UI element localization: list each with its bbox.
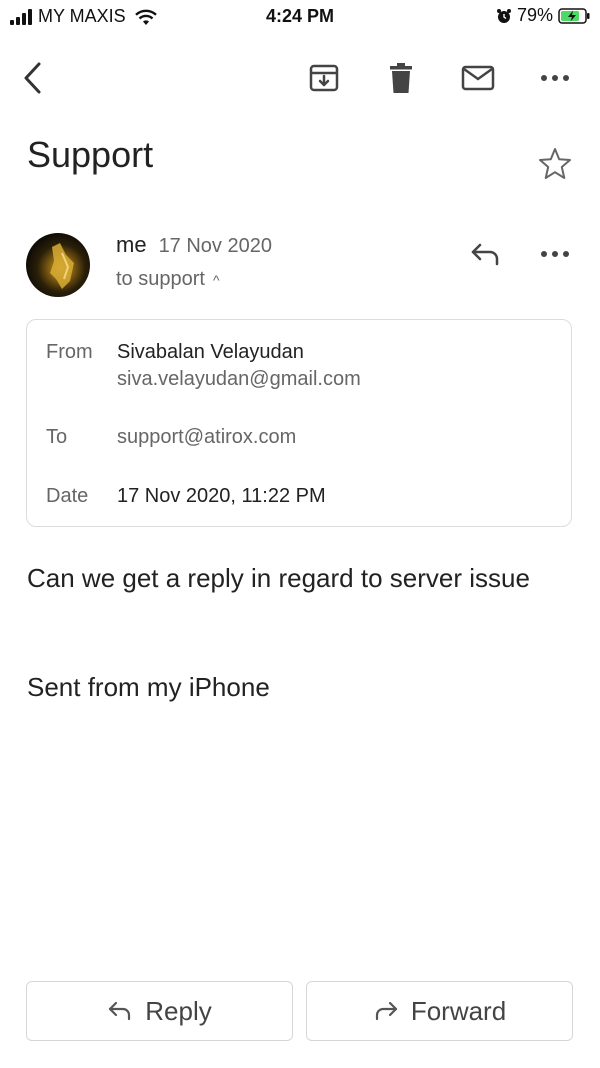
status-left: MY MAXIS <box>10 6 158 27</box>
carrier-name: MY MAXIS <box>38 6 126 26</box>
sender-name: me <box>116 232 147 257</box>
mail-icon <box>461 65 495 91</box>
more-options-button[interactable] <box>535 58 575 98</box>
alarm-icon <box>496 8 511 23</box>
trash-icon <box>390 63 412 93</box>
email-body-text: Can we get a reply in regard to server i… <box>27 563 530 593</box>
signal-icon <box>10 8 32 25</box>
status-right: 79% <box>496 5 590 26</box>
back-button[interactable] <box>14 58 54 98</box>
from-email[interactable]: siva.velayudan@gmail.com <box>117 368 361 391</box>
battery-percent: 79% <box>516 5 553 25</box>
avatar[interactable] <box>26 233 90 297</box>
to-label: To <box>46 426 68 448</box>
more-horizontal-icon <box>541 75 569 81</box>
reply-label: Reply <box>145 995 212 1026</box>
reply-icon[interactable] <box>466 235 504 273</box>
email-signature: Sent from my iPhone <box>27 672 270 702</box>
status-bar: MY MAXIS 4:24 PM 79% <box>0 0 600 34</box>
sender-date: 17 Nov 2020 <box>158 235 272 257</box>
email-subject: Support <box>27 134 154 175</box>
archive-icon <box>309 64 339 92</box>
battery-charging-icon <box>558 7 590 24</box>
sender-line: me 17 Nov 2020 <box>116 232 272 258</box>
more-horizontal-icon <box>541 251 569 257</box>
forward-icon <box>375 1001 397 1021</box>
to-email[interactable]: support@atirox.com <box>117 426 296 449</box>
star-icon[interactable] <box>537 146 573 182</box>
forward-button[interactable]: Forward <box>306 981 573 1041</box>
reply-button[interactable]: Reply <box>26 981 293 1041</box>
date-label: Date <box>46 485 89 507</box>
archive-button[interactable] <box>304 58 344 98</box>
message-more-button[interactable] <box>536 235 574 273</box>
wifi-icon <box>134 9 157 25</box>
forward-label: Forward <box>410 995 507 1026</box>
avatar-image <box>50 243 74 289</box>
recipient-toggle[interactable]: to support ^ <box>116 268 220 291</box>
date-value: 17 Nov 2020, 11:22 PM <box>117 485 326 507</box>
delete-button[interactable] <box>381 58 421 98</box>
from-name: Sivabalan Velayudan <box>117 341 304 363</box>
from-label: From <box>46 341 93 363</box>
chevron-up-icon: ^ <box>212 271 220 288</box>
reply-icon <box>109 1001 131 1021</box>
email-details-card: From Sivabalan Velayudan siva.velayudan@… <box>26 319 572 527</box>
toolbar <box>0 48 600 104</box>
recipient-summary: to support <box>116 268 205 290</box>
mark-unread-button[interactable] <box>458 58 498 98</box>
back-icon <box>24 62 41 94</box>
